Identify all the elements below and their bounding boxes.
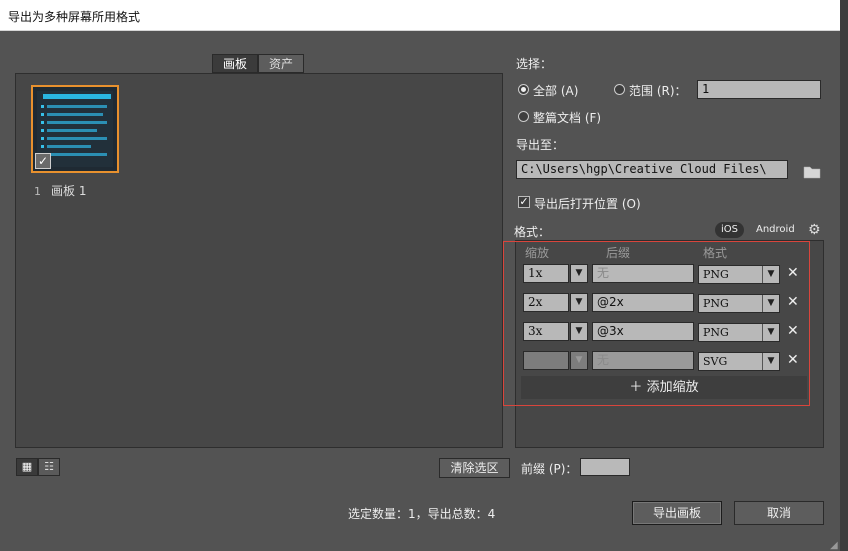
radio-full-document[interactable] [518, 111, 529, 122]
export-count-status: 选定数量：1，导出总数：4 [348, 507, 496, 521]
open-after-export-checkbox[interactable]: ✓ [518, 196, 530, 208]
window-title: 导出为多种屏幕所用格式 [8, 10, 141, 24]
tab-artboards[interactable]: 画板 [212, 54, 259, 73]
gear-icon[interactable]: ⚙ [808, 222, 821, 238]
android-preset-button[interactable]: Android [750, 222, 801, 238]
view-toggle: ▦ ☷ [16, 458, 60, 476]
export-artboard-button[interactable]: 导出画板 [632, 501, 722, 525]
tab-bar: 画板 资产 [212, 54, 305, 73]
cancel-button[interactable]: 取消 [734, 501, 824, 525]
open-after-export-label[interactable]: 导出后打开位置 (O) [534, 195, 641, 212]
radio-range-label[interactable]: 范围 (R)： [629, 82, 687, 99]
radio-all[interactable] [518, 84, 529, 95]
radio-all-label[interactable]: 全部 (A) [533, 82, 578, 99]
artboard-checkbox[interactable]: ✓ [35, 153, 51, 169]
window-edge [840, 0, 848, 551]
artboard-thumbnail[interactable]: ✓ [31, 85, 119, 173]
artboard-number: 1 [34, 185, 41, 198]
radio-range[interactable] [614, 84, 625, 95]
artboard-label: 1 画板 1 [34, 182, 86, 199]
tab-assets[interactable]: 资产 [258, 54, 305, 73]
title-bar: 导出为多种屏幕所用格式 [0, 0, 840, 31]
clear-selection-button[interactable]: 清除选区 [439, 458, 510, 478]
folder-icon[interactable] [803, 165, 821, 179]
prefix-input[interactable] [580, 458, 630, 476]
highlight-box [503, 241, 810, 406]
resize-grip-icon[interactable]: ◢ [830, 540, 838, 551]
ios-preset-button[interactable]: iOS [715, 222, 744, 238]
list-view-icon[interactable]: ☷ [38, 458, 60, 476]
range-input[interactable]: 1 [697, 80, 821, 99]
artboard-name: 画板 1 [51, 184, 87, 198]
export-to-label: 导出至： [516, 138, 565, 152]
prefix-label: 前缀 (P)： [521, 462, 578, 476]
export-path-input[interactable]: C:\Users\hgp\Creative Cloud Files\ [516, 160, 788, 179]
select-label: 选择： [516, 57, 553, 71]
format-label: 格式： [514, 225, 551, 239]
grid-view-icon[interactable]: ▦ [16, 458, 38, 476]
radio-full-document-label[interactable]: 整篇文档 (F) [533, 109, 601, 126]
